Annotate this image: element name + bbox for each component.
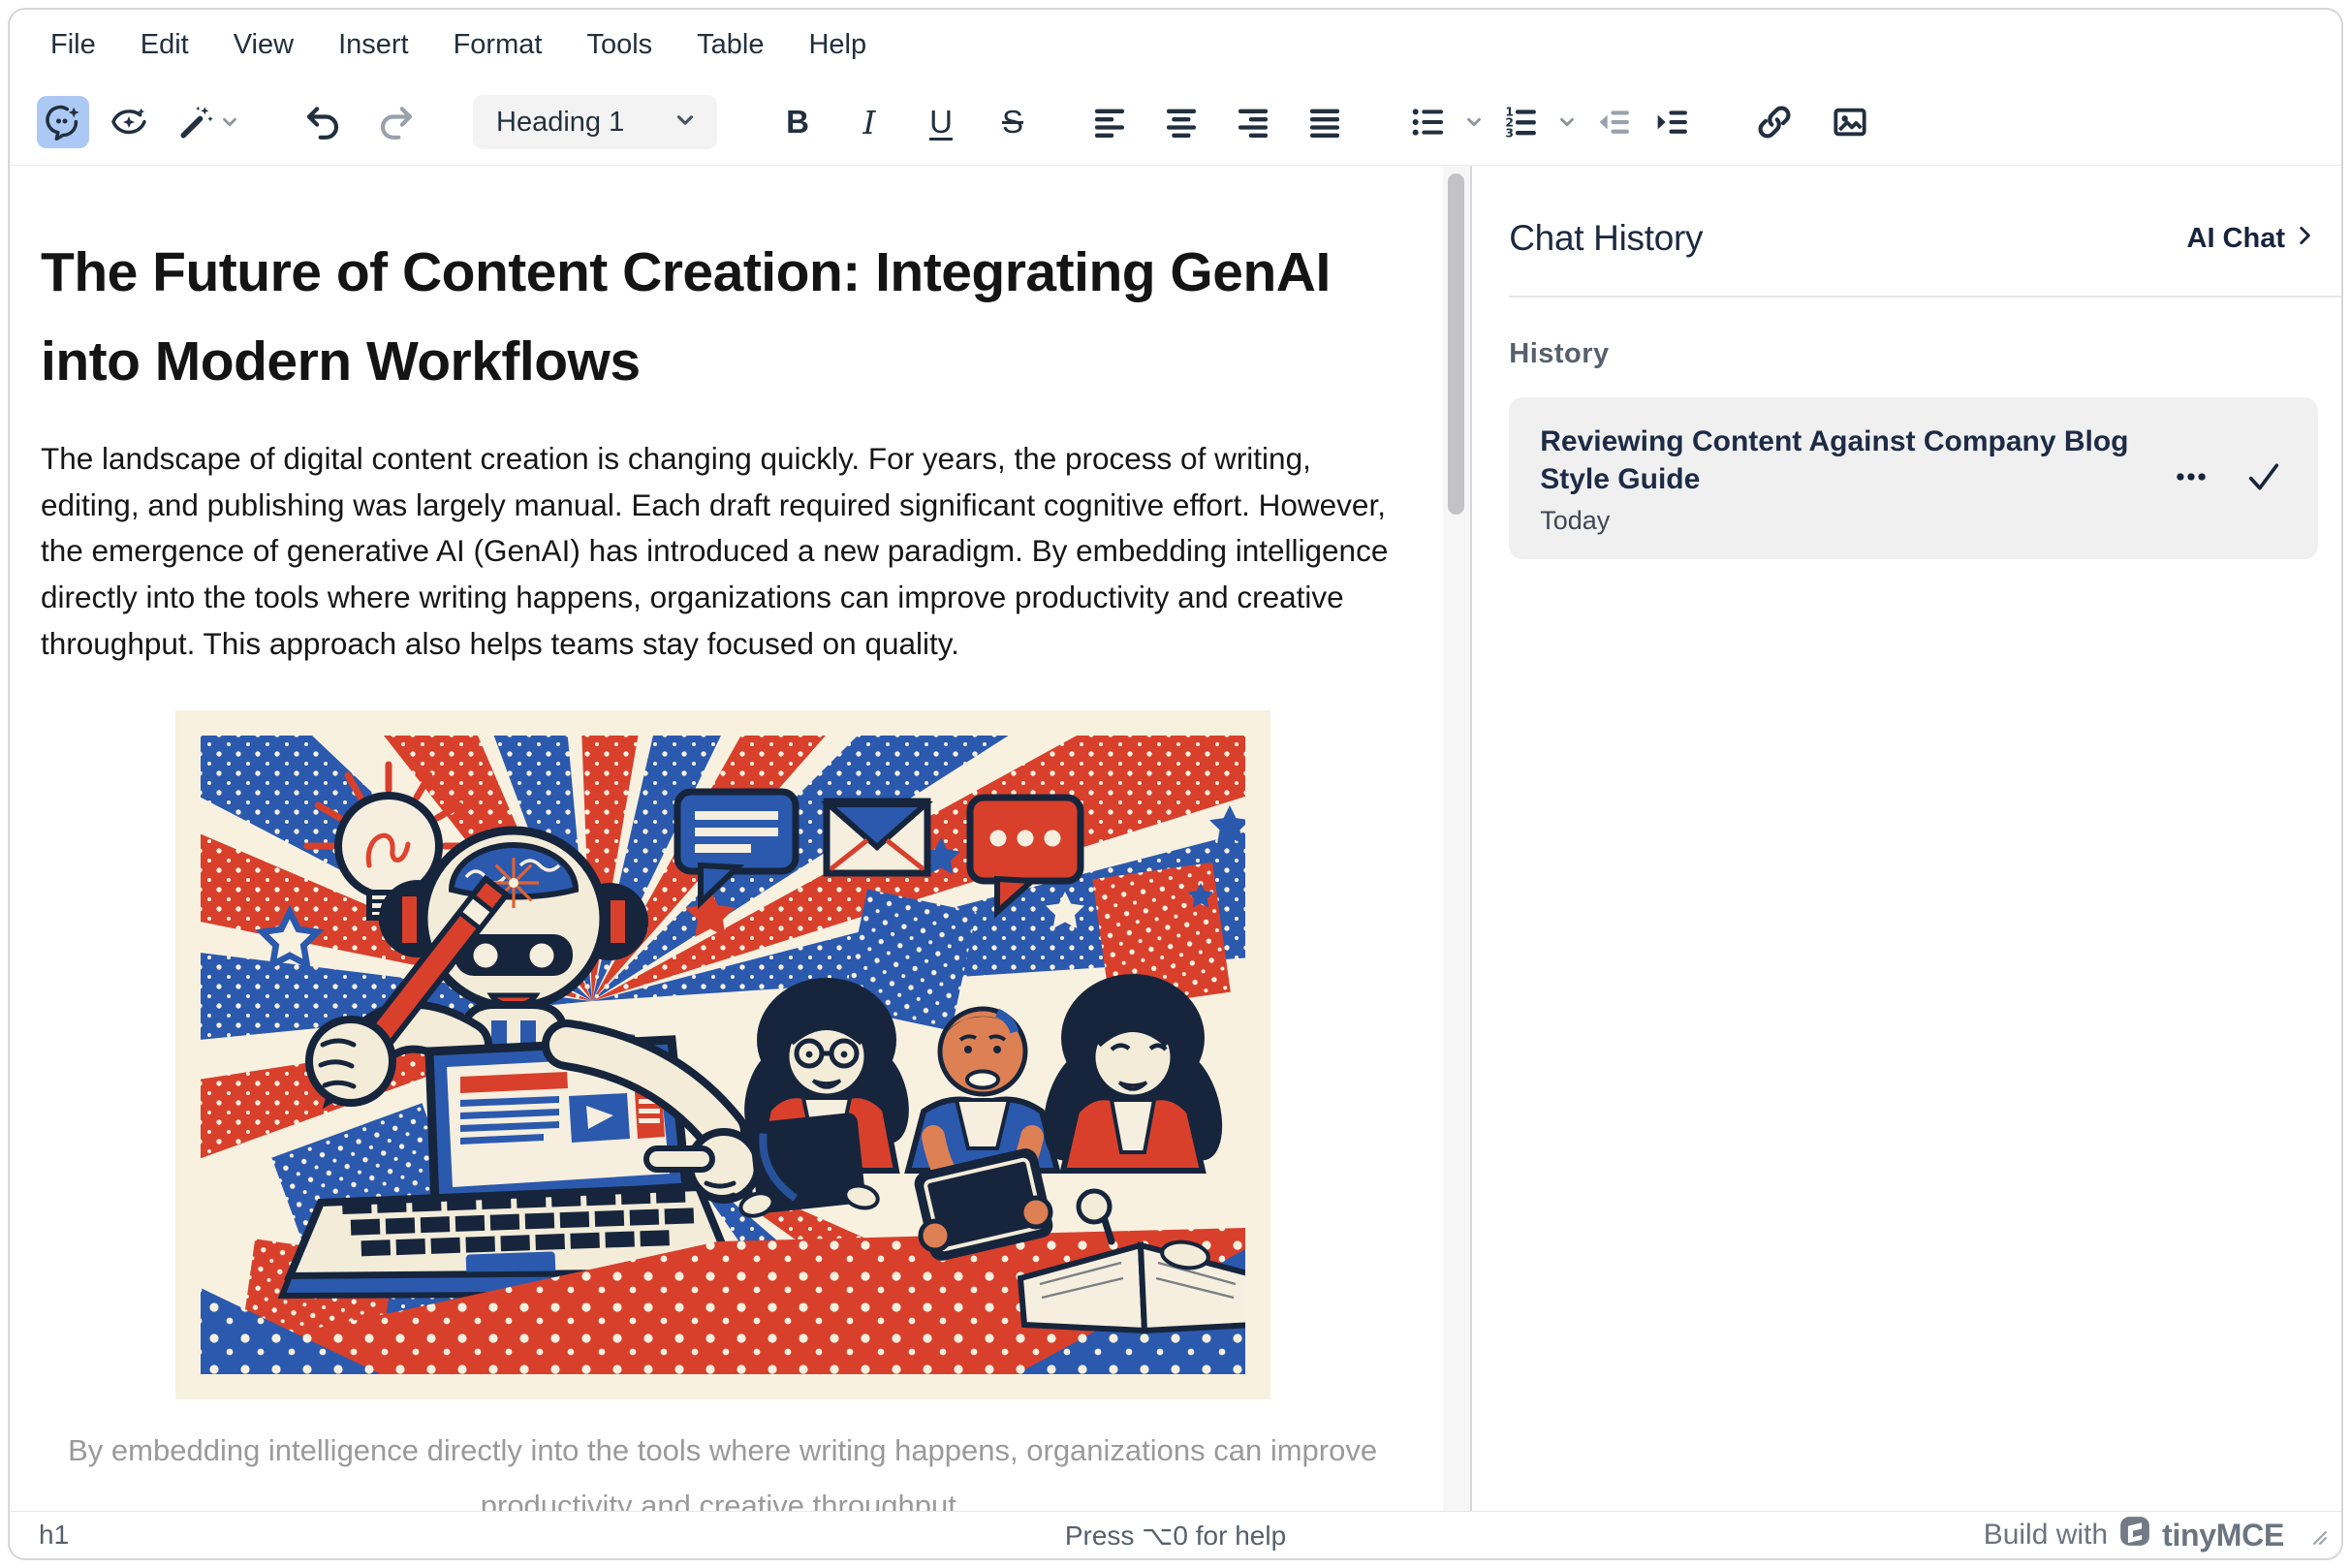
align-right-button[interactable] <box>1227 96 1279 148</box>
format-group: B I U S <box>771 96 1039 148</box>
toolbar: Heading 1 B I U S <box>10 79 2341 166</box>
align-left-button[interactable] <box>1083 96 1136 148</box>
align-justify-button[interactable] <box>1299 96 1351 148</box>
heading-style-dropdown[interactable]: Heading 1 <box>473 95 717 149</box>
history-section-label: History <box>1509 338 2324 370</box>
numbered-list-icon: 123 <box>1501 103 1540 141</box>
magic-wand-icon <box>176 103 215 141</box>
history-item[interactable]: Reviewing Content Against Company Blog S… <box>1509 397 2318 559</box>
more-options-icon[interactable] <box>2173 458 2210 500</box>
undo-icon <box>303 103 342 141</box>
bold-button[interactable]: B <box>771 96 824 148</box>
image-button[interactable] <box>1824 96 1876 148</box>
ai-review-eye-icon <box>110 103 148 141</box>
chat-history-sidebar: Chat History AI Chat History Reviewing C… <box>1472 166 2341 1511</box>
underline-button[interactable]: U <box>915 96 967 148</box>
history-item-date: Today <box>1540 506 2153 536</box>
chevron-down-icon[interactable] <box>1459 108 1489 137</box>
editor-window: File Edit View Insert Format Tools Table… <box>8 8 2343 1560</box>
element-path[interactable]: h1 <box>39 1520 69 1551</box>
document-image[interactable]: Retro pop-art illustration of a robot wr… <box>175 710 1270 1399</box>
menu-help[interactable]: Help <box>799 23 876 67</box>
italic-glyph: I <box>862 104 875 141</box>
align-center-button[interactable] <box>1155 96 1207 148</box>
ai-chat-icon <box>44 103 82 141</box>
align-right-icon <box>1234 103 1272 141</box>
bold-glyph: B <box>786 104 809 141</box>
menu-format[interactable]: Format <box>444 23 552 67</box>
align-left-icon <box>1090 103 1129 141</box>
indent-button[interactable] <box>1646 96 1698 148</box>
sidebar-title: Chat History <box>1509 218 1703 259</box>
outdent-icon <box>1594 103 1633 141</box>
document-paragraph[interactable]: The landscape of digital content creatio… <box>41 436 1404 668</box>
menu-bar: File Edit View Insert Format Tools Table… <box>10 10 2341 79</box>
ai-tools-group <box>37 96 252 148</box>
status-bar: h1 Press ⌥0 for help Build with tinyMCE <box>10 1511 2341 1558</box>
editor-canvas[interactable]: The Future of Content Creation: Integrat… <box>10 166 1443 1511</box>
menu-file[interactable]: File <box>41 23 106 67</box>
tinymce-logo-icon <box>2118 1515 2151 1555</box>
chevron-right-icon <box>2293 223 2316 255</box>
editor-scrollbar-track[interactable] <box>1443 166 1470 1511</box>
resize-handle-icon[interactable] <box>2306 1524 2328 1546</box>
list-indent-group: 123 <box>1401 96 1698 148</box>
editor-scrollbar-thumb[interactable] <box>1448 173 1464 515</box>
chevron-down-icon <box>215 108 244 137</box>
link-icon <box>1755 103 1794 141</box>
menu-view[interactable]: View <box>224 23 303 67</box>
ai-chat-button[interactable] <box>37 96 89 148</box>
menu-insert[interactable]: Insert <box>329 23 419 67</box>
numbered-list-button[interactable]: 123 <box>1494 96 1547 148</box>
align-justify-icon <box>1305 103 1344 141</box>
outdent-button[interactable] <box>1587 96 1640 148</box>
insert-group <box>1748 96 1876 148</box>
menu-tools[interactable]: Tools <box>577 23 662 67</box>
svg-text:3: 3 <box>1505 126 1514 140</box>
strikethrough-glyph: S <box>1002 104 1023 141</box>
sidebar-header-divider <box>1509 296 2341 298</box>
redo-icon <box>377 103 416 141</box>
link-button[interactable] <box>1748 96 1801 148</box>
tinymce-branding[interactable]: Build with tinyMCE <box>1984 1515 2328 1555</box>
underline-glyph: U <box>929 104 953 141</box>
indent-icon <box>1652 103 1691 141</box>
heading-style-value: Heading 1 <box>496 107 673 139</box>
document-figure: Retro pop-art illustration of a robot wr… <box>175 710 1270 1511</box>
align-group <box>1083 96 1351 148</box>
chevron-down-icon[interactable] <box>1552 108 1582 137</box>
check-icon[interactable] <box>2244 457 2283 501</box>
menu-edit[interactable]: Edit <box>131 23 199 67</box>
bullet-list-button[interactable] <box>1401 96 1454 148</box>
redo-button[interactable] <box>370 96 423 148</box>
align-center-icon <box>1162 103 1201 141</box>
ai-review-button[interactable] <box>103 96 155 148</box>
ai-chat-link[interactable]: AI Chat <box>2187 223 2317 255</box>
image-caption[interactable]: By embedding intelligence directly into … <box>64 1423 1382 1511</box>
document-heading[interactable]: The Future of Content Creation: Integrat… <box>41 228 1368 407</box>
image-icon <box>1831 103 1869 141</box>
branding-name: tinyMCE <box>2162 1518 2284 1553</box>
history-item-title: Reviewing Content Against Company Blog S… <box>1540 423 2153 498</box>
branding-prefix: Build with <box>1984 1519 2108 1552</box>
history-group <box>297 96 423 148</box>
chevron-down-icon <box>673 108 698 138</box>
undo-button[interactable] <box>297 96 349 148</box>
strikethrough-button[interactable]: S <box>987 96 1039 148</box>
italic-button[interactable]: I <box>843 96 895 148</box>
ai-chat-link-label: AI Chat <box>2187 223 2286 255</box>
menu-table[interactable]: Table <box>687 23 773 67</box>
ai-shortcuts-button[interactable] <box>169 96 252 148</box>
bullet-list-icon <box>1408 103 1447 141</box>
